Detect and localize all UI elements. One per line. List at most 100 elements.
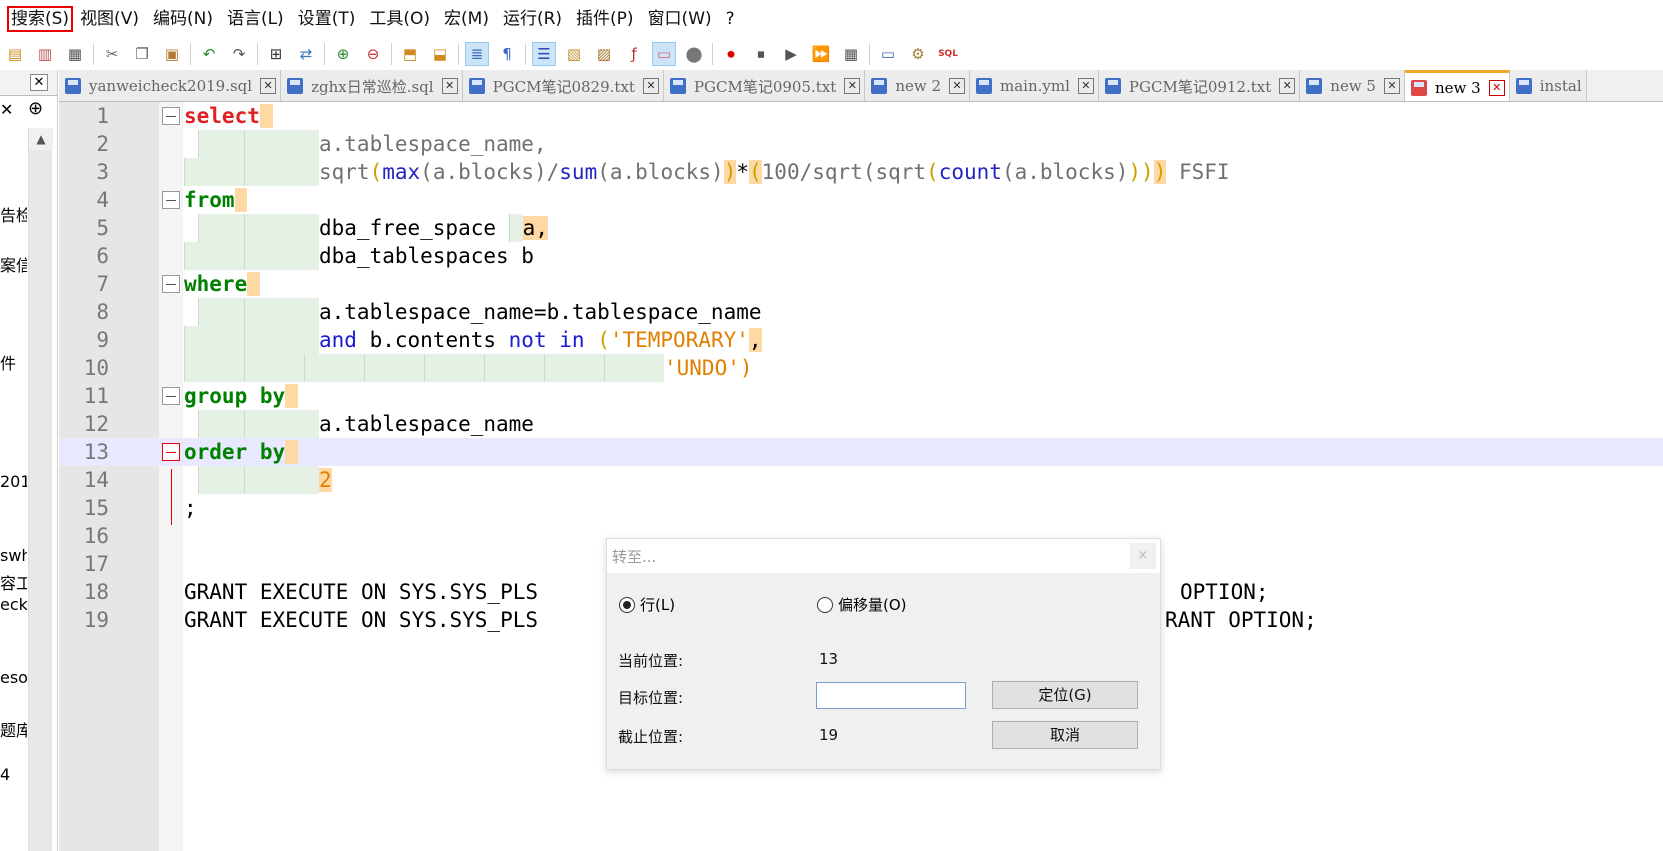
tab-yanweicheck2019[interactable]: yanweicheck2019.sql ✕	[59, 70, 282, 101]
tab-new-3[interactable]: new 3 ✕	[1404, 70, 1510, 101]
scroll-up-icon[interactable]: ▲	[29, 128, 53, 150]
code-line[interactable]: 6 dba_tablespaces b	[59, 242, 1663, 270]
tab-close-icon[interactable]: ✕	[1279, 78, 1296, 94]
panel-item[interactable]: 告检	[0, 202, 27, 226]
tab-close-icon[interactable]: ✕	[642, 78, 659, 94]
dialog-close-icon[interactable]: ×	[1130, 543, 1156, 569]
find-icon[interactable]: ⊞	[264, 42, 288, 66]
fold-toggle-icon[interactable]	[162, 275, 180, 293]
code-line[interactable]: 8 a.tablespace_name=b.tablespace_name	[59, 298, 1663, 326]
undo-icon[interactable]: ↶	[197, 42, 221, 66]
plugin-icon[interactable]: ⚙	[906, 42, 930, 66]
target-position-input[interactable]	[816, 682, 966, 709]
fold-toggle-icon[interactable]	[162, 387, 180, 405]
code-line[interactable]: 7 where	[59, 270, 1663, 298]
menu-view[interactable]: 视图(V)	[73, 6, 146, 32]
replace-icon[interactable]: ⇄	[294, 42, 318, 66]
current-code-line[interactable]: 13 order by	[59, 438, 1663, 466]
menu-macro[interactable]: 宏(M)	[437, 6, 496, 32]
menu-search[interactable]: 搜索(S)	[7, 6, 74, 32]
cancel-button[interactable]: 取消	[992, 721, 1138, 749]
code-line[interactable]: 9 and b.contents not in ('TEMPORARY',	[59, 326, 1663, 354]
tab-pgcm0905[interactable]: PGCM笔记0905.txt ✕	[663, 70, 866, 101]
menu-encoding[interactable]: 编码(N)	[146, 6, 220, 32]
folder-workspace-icon[interactable]: ƒ	[622, 42, 646, 66]
print-icon[interactable]: ▦	[63, 42, 87, 66]
function-list-icon[interactable]: ▨	[592, 42, 616, 66]
fold-toggle-icon[interactable]	[162, 107, 180, 125]
radio-dot[interactable]	[817, 596, 833, 613]
tab-new-2[interactable]: new 2 ✕	[865, 70, 971, 101]
tab-close-icon[interactable]: ✕	[1077, 78, 1094, 94]
tab-instal[interactable]: instal	[1509, 70, 1587, 101]
code-line[interactable]: 10 'UNDO')	[59, 354, 1663, 382]
tab-close-icon[interactable]: ✕	[441, 78, 458, 94]
panel-add-icon[interactable]: ⊕	[28, 98, 43, 119]
tab-close-icon[interactable]: ✕	[1488, 79, 1505, 96]
redo-icon[interactable]: ↷	[227, 42, 251, 66]
menu-plugins[interactable]: 插件(P)	[569, 6, 641, 32]
close-all-icon[interactable]: ▥	[33, 42, 57, 66]
panel-item[interactable]: esou	[0, 668, 27, 687]
record-macro-icon[interactable]: ⏺	[719, 42, 743, 66]
fold-toggle-icon[interactable]	[162, 191, 180, 209]
tab-close-icon[interactable]: ✕	[260, 78, 277, 94]
zoom-out-icon[interactable]: ⊖	[361, 42, 385, 66]
paste-icon[interactable]: ▣	[160, 42, 184, 66]
tab-main-yml[interactable]: main.yml ✕	[970, 70, 1099, 101]
menu-run[interactable]: 运行(R)	[496, 6, 569, 32]
doc-map-icon[interactable]: ▧	[562, 42, 586, 66]
panel-item[interactable]: 容工	[0, 570, 27, 594]
radio-line[interactable]: 行(L)	[619, 594, 675, 615]
show-all-chars-icon[interactable]: ¶	[495, 42, 519, 66]
code-line[interactable]: 5 dba_free_space a,	[59, 214, 1663, 242]
code-line[interactable]: 11 group by	[59, 382, 1663, 410]
menu-settings[interactable]: 设置(T)	[291, 6, 363, 32]
wrap-icon[interactable]: ≣	[465, 42, 489, 66]
panel-item[interactable]: swh	[0, 546, 27, 565]
run-icon[interactable]: ▭	[876, 42, 900, 66]
fold-toggle-icon[interactable]	[162, 443, 180, 461]
tab-close-icon[interactable]: ✕	[844, 78, 861, 94]
dialog-title-bar[interactable]: 转至... ×	[607, 539, 1160, 573]
menu-help[interactable]: ?	[719, 6, 742, 32]
panel-item[interactable]: 案信	[0, 252, 27, 276]
monitor-icon[interactable]: ▭	[652, 42, 676, 66]
code-line[interactable]: 2 a.tablespace_name,	[59, 130, 1663, 158]
radio-dot[interactable]	[619, 596, 635, 613]
panel-close-icon[interactable]: ✕	[30, 74, 48, 91]
tab-pgcm0829[interactable]: PGCM笔记0829.txt ✕	[462, 70, 664, 101]
sql-icon[interactable]: SQL	[936, 42, 960, 66]
code-line[interactable]: 1 select	[59, 102, 1663, 130]
sync-v-icon[interactable]: ⬒	[398, 42, 422, 66]
tab-new-5[interactable]: new 5 ✕	[1300, 70, 1405, 101]
code-line[interactable]: 3 sqrt(max(a.blocks)/sum(a.blocks))*(100…	[59, 158, 1663, 186]
sync-h-icon[interactable]: ⬓	[428, 42, 452, 66]
save-macro-icon[interactable]: ▦	[839, 42, 863, 66]
code-line[interactable]: 12 a.tablespace_name	[59, 410, 1663, 438]
menu-tools[interactable]: 工具(O)	[362, 6, 437, 32]
panel-collapse-icon[interactable]: ✕	[0, 100, 13, 119]
cut-icon[interactable]: ✂	[100, 42, 124, 66]
open-icon[interactable]: ▤	[3, 42, 27, 66]
tab-close-icon[interactable]: ✕	[1383, 78, 1400, 94]
tab-zghx[interactable]: zghx日常巡检.sql ✕	[281, 70, 463, 101]
tab-close-icon[interactable]: ✕	[949, 78, 966, 94]
copy-icon[interactable]: ❐	[130, 42, 154, 66]
panel-item[interactable]: 题库	[0, 717, 27, 741]
indent-guide-icon[interactable]: ☰	[532, 42, 556, 66]
panel-item[interactable]: 件	[0, 350, 27, 374]
record-stop-round-icon[interactable]: ⬤	[682, 42, 706, 66]
zoom-in-icon[interactable]: ⊕	[331, 42, 355, 66]
code-line[interactable]: 4 from	[59, 186, 1663, 214]
panel-scrollbar[interactable]: ▲	[28, 128, 53, 851]
play-macro-icon[interactable]: ▶	[779, 42, 803, 66]
panel-item[interactable]: eck	[0, 595, 27, 614]
tab-pgcm0912[interactable]: PGCM笔记0912.txt ✕	[1098, 70, 1301, 101]
goto-button[interactable]: 定位(G)	[992, 681, 1138, 709]
radio-offset[interactable]: 偏移量(O)	[817, 594, 907, 615]
code-line[interactable]: 14 2	[59, 466, 1663, 494]
panel-item[interactable]: 4	[0, 765, 27, 784]
code-line[interactable]: 15 ;	[59, 494, 1663, 522]
play-multi-icon[interactable]: ⏩	[809, 42, 833, 66]
